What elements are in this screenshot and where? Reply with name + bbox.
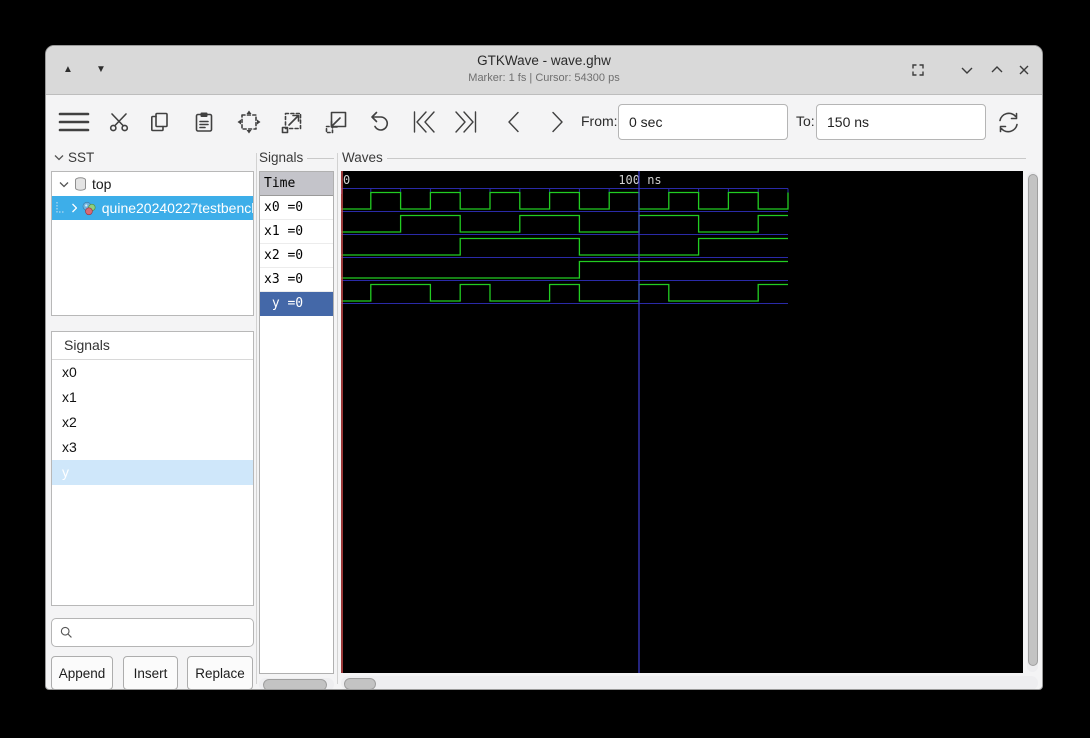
search-input[interactable] <box>73 624 253 641</box>
window-title: GTKWave - wave.ghw <box>477 53 611 68</box>
wave-hscrollbar[interactable] <box>341 676 1038 689</box>
wave-svg: 0 100 ns <box>340 171 789 673</box>
list-item-x2[interactable]: x2 <box>52 410 253 435</box>
cut-icon[interactable] <box>101 104 137 140</box>
gtkwave-window: ▲ ▼ GTKWave - wave.ghw Marker: 1 fs | Cu… <box>45 45 1043 690</box>
append-button[interactable]: Append <box>51 656 113 689</box>
list-item-x3[interactable]: x3 <box>52 435 253 460</box>
wave-name-x3[interactable]: x3 =0 <box>260 268 333 292</box>
time-header[interactable]: Time <box>260 172 333 196</box>
undo-icon[interactable] <box>362 104 398 140</box>
step-right-icon[interactable] <box>539 104 575 140</box>
expander-open-icon <box>59 181 69 187</box>
marker-cursor-status: Marker: 1 fs | Cursor: 54300 ps <box>468 72 620 84</box>
sst-expander-icon <box>54 155 64 161</box>
expander-closed-icon <box>71 203 78 213</box>
menu-icon[interactable] <box>56 104 92 140</box>
fit-window-icon[interactable] <box>909 61 927 79</box>
copy-icon[interactable] <box>142 104 178 140</box>
to-label: To: <box>796 113 815 129</box>
sst-frame-label[interactable]: SST <box>54 150 114 165</box>
pane-splitter-right[interactable] <box>337 153 338 684</box>
names-hscrollbar-thumb[interactable] <box>263 679 327 689</box>
list-item-x1[interactable]: x1 <box>52 385 253 410</box>
names-hscrollbar[interactable] <box>259 678 334 689</box>
signal-search-box[interactable] <box>51 618 254 647</box>
svg-text:100 ns: 100 ns <box>618 173 661 187</box>
sst-item-testbench[interactable]: quine20240227testbench <box>52 196 253 220</box>
close-button[interactable] <box>1015 61 1033 79</box>
wave-name-x2[interactable]: x2 =0 <box>260 244 333 268</box>
list-item-y[interactable]: y <box>52 460 253 485</box>
paste-icon[interactable] <box>186 104 222 140</box>
to-input[interactable] <box>816 104 986 140</box>
wave-names-panel: Time x0 =0 x1 =0 x2 =0 x3 =0 y =0 <box>259 171 334 674</box>
reload-icon[interactable] <box>990 104 1026 140</box>
from-input[interactable] <box>618 104 788 140</box>
skip-to-end-icon[interactable] <box>448 104 484 140</box>
pane-splitter-left[interactable] <box>256 153 257 684</box>
skip-to-start-icon[interactable] <box>406 104 442 140</box>
wave-name-y[interactable]: y =0 <box>260 292 333 316</box>
insert-button[interactable]: Insert <box>123 656 178 689</box>
module-icon <box>75 177 86 191</box>
wave-vscrollbar[interactable] <box>1027 172 1038 672</box>
minimize-button[interactable] <box>958 61 976 79</box>
zoom-out-icon[interactable] <box>318 104 354 140</box>
from-label: From: <box>581 113 618 129</box>
tree-branch-line <box>56 202 64 213</box>
sst-item-top[interactable]: top <box>52 172 253 196</box>
signal-list-header[interactable]: Signals <box>52 332 253 360</box>
wave-canvas[interactable]: 0 100 ns <box>340 171 1023 673</box>
zoom-in-icon[interactable] <box>274 104 310 140</box>
replace-button[interactable]: Replace <box>187 656 253 689</box>
step-left-icon[interactable] <box>496 104 532 140</box>
titlebar[interactable]: ▲ ▼ GTKWave - wave.ghw Marker: 1 fs | Cu… <box>46 46 1042 95</box>
wave-name-x1[interactable]: x1 =0 <box>260 220 333 244</box>
wave-name-x0[interactable]: x0 =0 <box>260 196 333 220</box>
waves-frame-label: Waves <box>342 150 1026 165</box>
names-frame-label: Signals <box>259 150 334 165</box>
signal-list-panel: Signals x0 x1 x2 x3 y <box>51 331 254 606</box>
maximize-button[interactable] <box>988 61 1006 79</box>
wave-hscrollbar-thumb[interactable] <box>344 677 376 689</box>
search-icon <box>60 626 72 638</box>
hierarchy-icon <box>82 201 96 215</box>
svg-text:0: 0 <box>343 173 350 187</box>
wave-vscrollbar-thumb[interactable] <box>1028 174 1038 666</box>
sst-tree: top quine20240227testbench <box>51 171 254 316</box>
list-item-x0[interactable]: x0 <box>52 360 253 385</box>
zoom-fit-icon[interactable] <box>231 104 267 140</box>
